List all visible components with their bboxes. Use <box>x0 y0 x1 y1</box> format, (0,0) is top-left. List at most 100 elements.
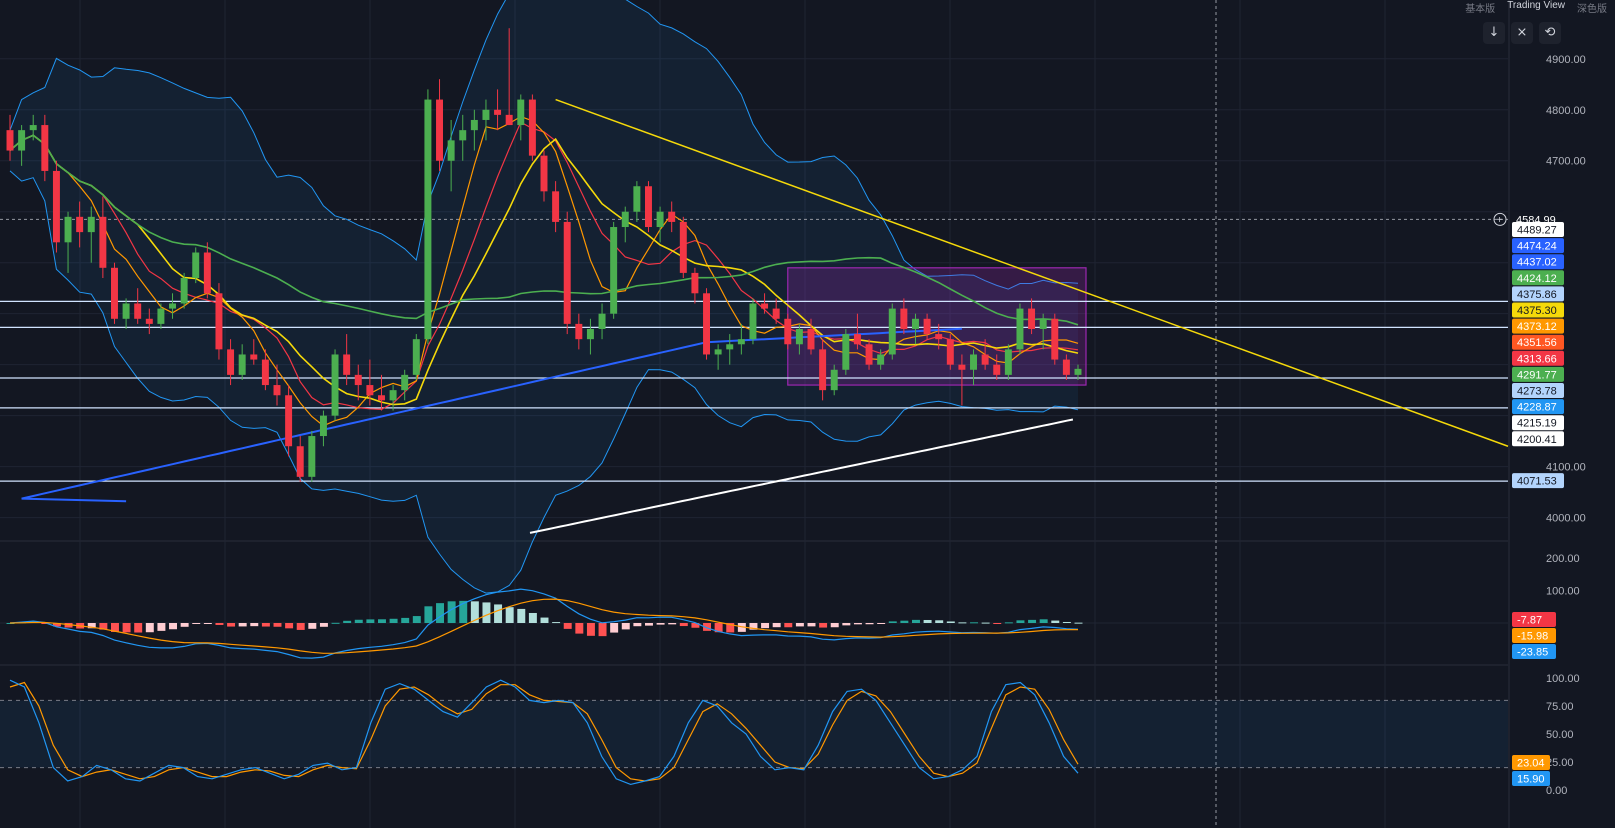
macd-histogram-bar <box>285 623 294 629</box>
stoch-y-tick-label: 100.00 <box>1546 673 1580 685</box>
collapse-button[interactable]: ⨯ <box>1511 22 1533 44</box>
stoch-value-label: 15.90 <box>1512 771 1550 786</box>
macd-y-tick-label: 200.00 <box>1546 553 1580 565</box>
price-label-text: 4424.12 <box>1517 273 1557 285</box>
stoch-band-fill <box>0 700 1508 768</box>
candle-body <box>29 125 37 131</box>
brand-item-tradingview[interactable]: Trading View <box>1507 0 1565 15</box>
candle-body <box>76 216 84 233</box>
price-chart[interactable]: 4900.004800.004700.004100.004000.004584.… <box>0 0 1615 828</box>
candle-body <box>18 130 26 151</box>
macd-histogram-bar <box>575 623 584 634</box>
macd-histogram-bar <box>981 622 990 624</box>
price-label-text: 4474.24 <box>1517 241 1557 253</box>
macd-histogram-bar <box>238 623 247 627</box>
candle <box>749 298 757 345</box>
macd-histogram-bar <box>377 619 386 623</box>
macd-histogram-bar <box>970 622 979 624</box>
macd-histogram-bar <box>505 607 514 623</box>
candle-body <box>668 211 676 222</box>
candle-body <box>169 303 177 309</box>
candle-body <box>41 125 49 171</box>
macd-histogram-bar <box>261 623 270 627</box>
macd-histogram-bar <box>795 623 804 627</box>
price-label-text: 4313.66 <box>1517 353 1557 365</box>
candle <box>842 328 850 375</box>
candle-body <box>517 99 525 126</box>
price-label: 4474.24 <box>1512 238 1564 254</box>
stoch-y-tick-label: 0.00 <box>1546 785 1567 797</box>
macd-value-label: -7.87 <box>1512 612 1556 627</box>
candle-body <box>261 359 269 386</box>
add-alert-icon: + <box>1497 215 1503 226</box>
macd-histogram-bar <box>877 623 886 624</box>
macd-histogram-bar <box>273 623 282 627</box>
candle-body <box>64 216 72 243</box>
macd-histogram-bar <box>296 623 305 630</box>
candle <box>528 94 536 161</box>
brand-item-basic[interactable]: 基本版 <box>1465 0 1495 15</box>
macd-histogram-bar <box>656 623 665 625</box>
candle <box>285 385 293 457</box>
macd-histogram-bar <box>389 618 398 623</box>
macd-histogram-bar <box>1051 620 1060 623</box>
stoch-y-tick-label: 75.00 <box>1546 701 1574 713</box>
macd-histogram-bar <box>424 606 433 623</box>
candle-body <box>1016 308 1024 350</box>
candle-body <box>401 374 409 391</box>
candle-body <box>981 354 989 365</box>
candle-body <box>122 303 130 319</box>
macd-histogram-bar <box>865 623 874 625</box>
candle-body <box>842 334 850 370</box>
macd-histogram-bar <box>447 601 456 623</box>
price-label-text: 4228.87 <box>1517 402 1557 414</box>
candle-body <box>1074 368 1082 375</box>
stoch-value-label: 23.04 <box>1512 755 1550 770</box>
macd-histogram-bar <box>180 623 189 627</box>
macd-histogram-bar <box>946 621 955 623</box>
candle-body <box>319 415 327 437</box>
scroll-down-button[interactable]: ↓ <box>1483 22 1505 44</box>
stoch-y-tick-label: 25.00 <box>1546 757 1574 769</box>
candle-body <box>1062 359 1070 375</box>
candle <box>331 349 339 421</box>
candle-body <box>1051 318 1059 360</box>
candle-body <box>749 303 757 340</box>
candle-body <box>1004 349 1012 375</box>
candle-body <box>923 318 931 335</box>
price-label: 4228.87 <box>1512 399 1564 415</box>
macd-histogram-bar <box>192 623 201 624</box>
candle <box>192 247 200 284</box>
candle-body <box>703 293 711 355</box>
reset-button[interactable]: ⟲ <box>1539 22 1561 44</box>
price-label-text: 4373.12 <box>1517 321 1557 333</box>
candle-body <box>633 186 641 212</box>
candle-body <box>714 349 722 355</box>
macd-histogram-bar <box>331 622 340 624</box>
price-label: 4375.86 <box>1512 286 1564 302</box>
macd-histogram-bar <box>528 612 537 623</box>
macd-histogram-bar <box>923 619 932 623</box>
candle <box>1004 344 1012 380</box>
candle-body <box>447 140 455 161</box>
macd-histogram-bar <box>1062 621 1071 623</box>
candle-body <box>900 308 908 329</box>
macd-histogram-bar <box>436 603 445 623</box>
price-label-text: 4489.27 <box>1517 225 1557 237</box>
macd-histogram-bar <box>668 623 677 625</box>
macd-histogram-bar <box>1039 619 1048 623</box>
candle-body <box>215 293 223 350</box>
brand-item-dark[interactable]: 深色版 <box>1577 0 1607 15</box>
candle-body <box>157 308 165 324</box>
candle-body <box>354 374 362 386</box>
macd-histogram-bar <box>644 623 653 626</box>
candle <box>180 272 188 309</box>
macd-histogram-bar <box>1074 622 1083 624</box>
price-label: 4375.30 <box>1512 302 1564 318</box>
macd-histogram-bar <box>134 623 143 633</box>
candle-body <box>970 354 978 370</box>
macd-histogram-bar <box>1004 622 1013 624</box>
macd-histogram-bar <box>1016 620 1025 623</box>
macd-histogram-bar <box>482 602 491 623</box>
macd-histogram-bar <box>621 623 630 630</box>
